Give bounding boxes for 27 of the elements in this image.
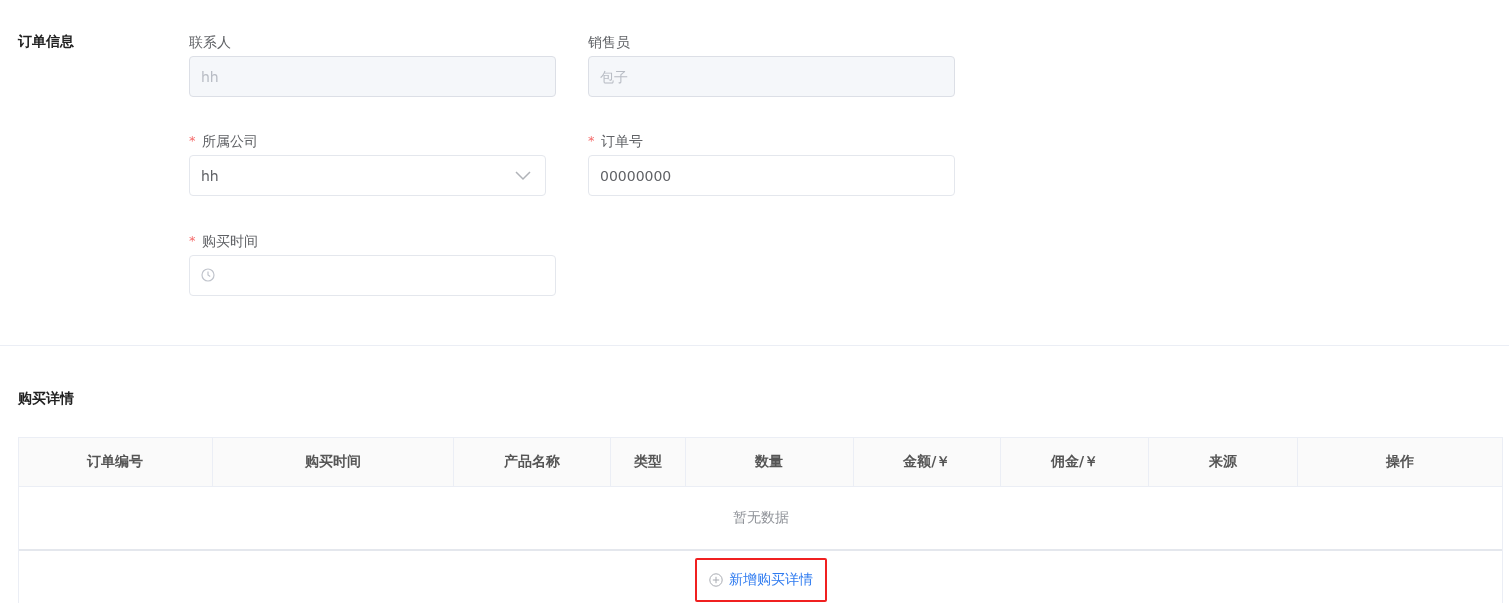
column-header: 操作: [1385, 452, 1416, 471]
required-asterisk: *: [189, 231, 196, 250]
column-header: 佣金/￥: [1000, 438, 1150, 486]
field-label: 销售员: [588, 33, 630, 52]
field-label: 购买时间: [201, 231, 258, 251]
section-title: 购买详情: [18, 389, 75, 407]
chevron-down-icon: [515, 170, 531, 181]
column-header: 产品名称: [454, 438, 612, 486]
clock-icon: [201, 268, 215, 283]
field-label: 订单号: [600, 132, 643, 152]
input-field[interactable]: 00000000: [588, 155, 955, 197]
column-header: 类型: [611, 438, 687, 486]
column-header: 订单编号: [19, 438, 213, 486]
required-asterisk: *: [588, 132, 595, 151]
plus-circle-icon: [708, 573, 723, 587]
section-title: 订单信息: [18, 32, 75, 51]
column-header: 数量: [686, 438, 854, 486]
empty-state-text: 暂无数据: [732, 509, 789, 527]
add-purchase-detail-button[interactable]: 新增购买详情: [706, 567, 815, 593]
column-header: 金额/￥: [853, 438, 1001, 486]
date-picker-field[interactable]: [189, 254, 556, 296]
company-select[interactable]: hh: [189, 155, 546, 197]
required-asterisk: *: [189, 132, 196, 151]
column-header: 购买时间: [212, 438, 455, 486]
column-header: 来源: [1149, 438, 1299, 486]
field-label: 联系人: [189, 33, 231, 52]
field-label: 所属公司: [201, 132, 258, 152]
